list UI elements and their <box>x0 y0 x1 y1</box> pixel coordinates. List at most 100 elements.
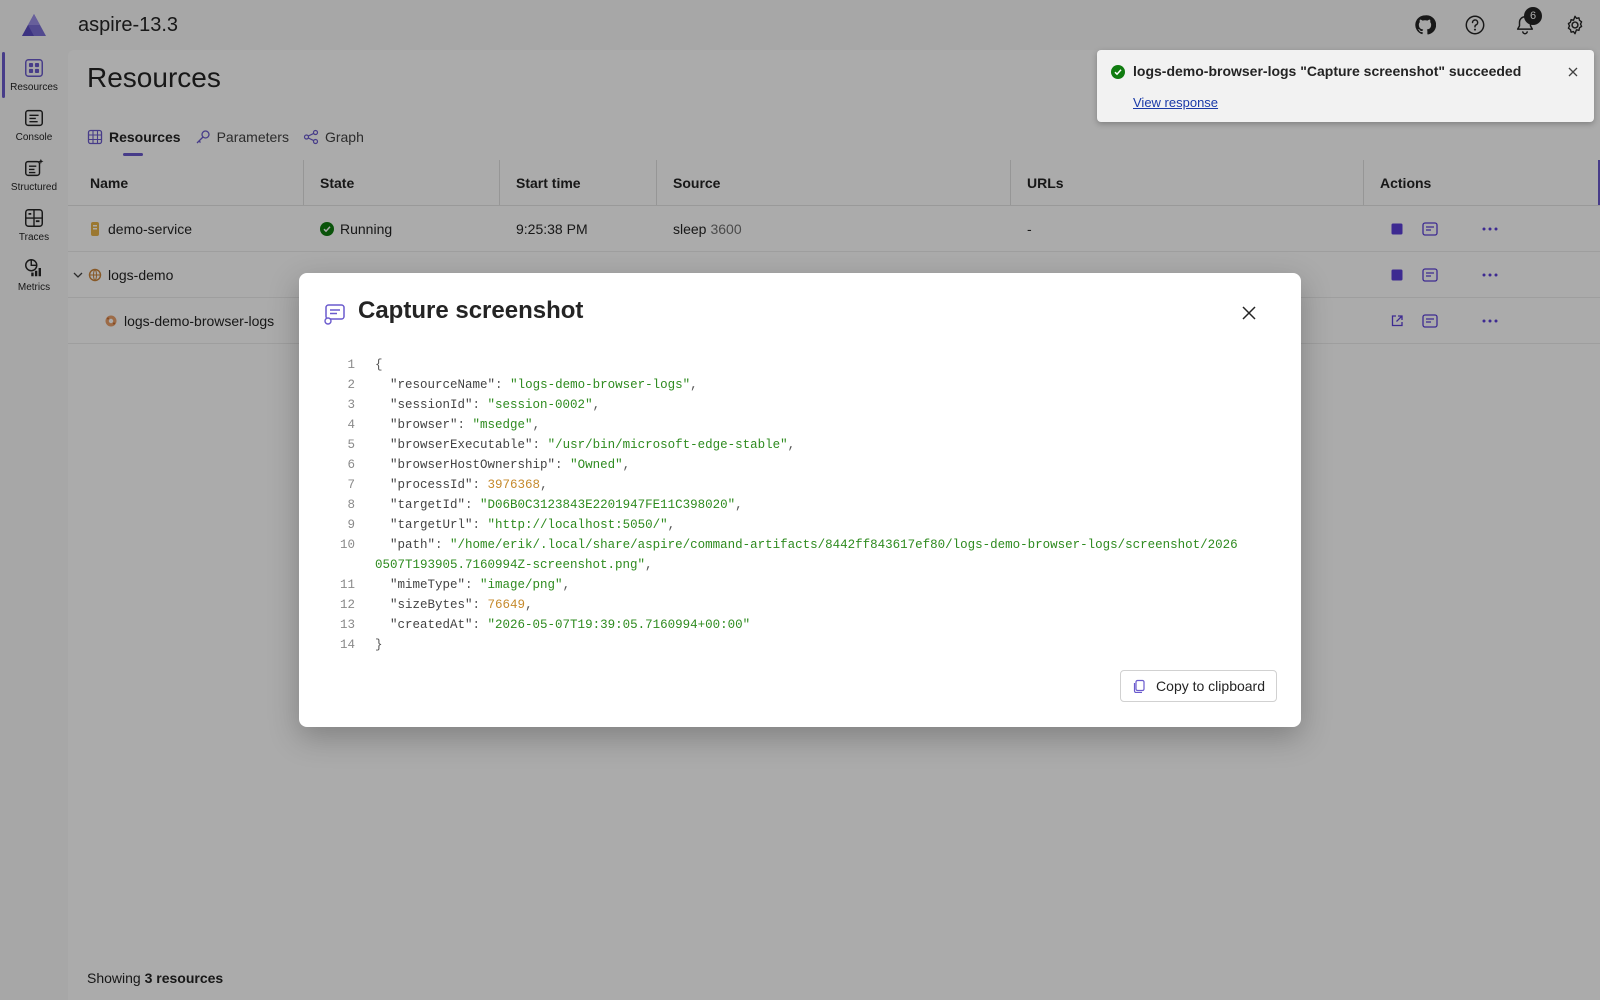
toast-title: logs-demo-browser-logs "Capture screensh… <box>1133 63 1522 79</box>
code-token: : <box>457 418 473 432</box>
line-content: "path": "/home/erik/.local/share/aspire/… <box>375 535 1245 575</box>
code-token: : <box>555 458 571 472</box>
copy-button-label: Copy to clipboard <box>1156 678 1265 694</box>
success-toast: logs-demo-browser-logs "Capture screensh… <box>1097 50 1594 122</box>
line-content: "browserHostOwnership": "Owned", <box>375 455 1245 475</box>
line-number: 3 <box>347 398 355 412</box>
line-content: "createdAt": "2026-05-07T19:39:05.716099… <box>375 615 1245 635</box>
code-token: : <box>532 438 548 452</box>
code-token: , <box>525 598 533 612</box>
close-icon <box>1568 67 1578 77</box>
code-line: 4 "browser": "msedge", <box>329 415 1259 435</box>
json-response-viewer[interactable]: 1{2 "resourceName": "logs-demo-browser-l… <box>329 355 1259 655</box>
code-token: "browser" <box>375 418 458 432</box>
line-content: "targetUrl": "http://localhost:5050/", <box>375 515 1245 535</box>
code-token: : <box>495 378 511 392</box>
view-response-link[interactable]: View response <box>1133 95 1218 110</box>
code-token: "browserHostOwnership" <box>375 458 556 472</box>
line-number: 1 <box>347 358 355 372</box>
code-token: , <box>690 378 698 392</box>
code-token: : <box>472 518 488 532</box>
code-token: , <box>667 518 676 532</box>
code-token: , <box>645 558 653 572</box>
line-number: 14 <box>339 638 355 652</box>
code-token: "D06B0C3123843E2201947FE11C398020" <box>480 498 736 512</box>
code-token: "2026-05-07T19:39:05.7160994+00:00" <box>487 618 751 632</box>
code-token: "image/png" <box>480 578 563 592</box>
code-token: , <box>735 498 743 512</box>
code-token: "http://localhost:5050/" <box>487 518 668 532</box>
code-line: 10 "path": "/home/erik/.local/share/aspi… <box>329 535 1259 575</box>
code-token: "targetUrl" <box>375 518 473 532</box>
line-content: "sessionId": "session-0002", <box>375 395 1245 415</box>
code-token: "processId" <box>375 478 473 492</box>
line-content: "resourceName": "logs-demo-browser-logs"… <box>375 375 1245 395</box>
line-number: 6 <box>347 458 355 472</box>
line-number: 2 <box>347 378 355 392</box>
close-icon <box>1242 306 1256 320</box>
copy-icon <box>1133 679 1145 693</box>
code-token: , <box>592 398 601 412</box>
code-token: } <box>375 638 383 652</box>
code-token: "/usr/bin/microsoft-edge-stable" <box>547 438 788 452</box>
code-token: "resourceName" <box>375 378 496 392</box>
line-content: "browserExecutable": "/usr/bin/microsoft… <box>375 435 1245 455</box>
dialog-title: Capture screenshot <box>358 297 584 324</box>
code-token: "/home/erik/.local/share/aspire/command-… <box>375 538 1238 572</box>
code-line: 6 "browserHostOwnership": "Owned", <box>329 455 1259 475</box>
code-line: 11 "mimeType": "image/png", <box>329 575 1259 595</box>
code-token: : <box>472 598 488 612</box>
line-number: 10 <box>339 538 355 552</box>
code-token: "browserExecutable" <box>375 438 533 452</box>
code-token: : <box>465 498 481 512</box>
code-token: "sizeBytes" <box>375 598 473 612</box>
code-token: , <box>787 438 796 452</box>
line-content: "browser": "msedge", <box>375 415 1245 435</box>
code-token: , <box>532 418 541 432</box>
code-line: 1{ <box>329 355 1259 375</box>
code-token: "sessionId" <box>375 398 473 412</box>
code-line: 3 "sessionId": "session-0002", <box>329 395 1259 415</box>
code-line: 9 "targetUrl": "http://localhost:5050/", <box>329 515 1259 535</box>
success-check-icon <box>1111 65 1125 79</box>
code-token: "msedge" <box>472 418 533 432</box>
code-line: 13 "createdAt": "2026-05-07T19:39:05.716… <box>329 615 1259 635</box>
code-token: : <box>465 578 481 592</box>
line-content: } <box>375 635 1245 655</box>
code-token: , <box>562 578 571 592</box>
code-token: { <box>375 358 383 372</box>
code-line: 8 "targetId": "D06B0C3123843E2201947FE11… <box>329 495 1259 515</box>
line-number: 11 <box>339 578 355 592</box>
copy-to-clipboard-button[interactable]: Copy to clipboard <box>1120 670 1277 702</box>
code-token: "targetId" <box>375 498 466 512</box>
code-token: , <box>540 478 548 492</box>
line-number: 4 <box>347 418 355 432</box>
code-token: "Owned" <box>570 458 623 472</box>
line-number: 5 <box>347 438 355 452</box>
code-token: "path" <box>375 538 436 552</box>
code-line: 2 "resourceName": "logs-demo-browser-log… <box>329 375 1259 395</box>
code-token: 3976368 <box>487 478 541 492</box>
code-line: 7 "processId": 3976368, <box>329 475 1259 495</box>
toast-close-button[interactable] <box>1564 63 1582 81</box>
line-content: "targetId": "D06B0C3123843E2201947FE11C3… <box>375 495 1245 515</box>
code-token: 76649 <box>487 598 526 612</box>
capture-screenshot-dialog: Capture screenshot 1{2 "resourceName": "… <box>299 273 1301 727</box>
code-line: 14} <box>329 635 1259 655</box>
line-number: 13 <box>339 618 355 632</box>
line-content: { <box>375 355 1245 375</box>
command-result-icon <box>324 304 345 325</box>
code-token: , <box>622 458 631 472</box>
line-content: "mimeType": "image/png", <box>375 575 1245 595</box>
dialog-close-button[interactable] <box>1237 301 1261 325</box>
code-token: "logs-demo-browser-logs" <box>510 378 691 392</box>
line-number: 12 <box>339 598 355 612</box>
code-token: : <box>472 398 488 412</box>
code-token: : <box>435 538 451 552</box>
line-number: 8 <box>347 498 355 512</box>
code-token: "createdAt" <box>375 618 473 632</box>
code-token: "mimeType" <box>375 578 466 592</box>
code-line: 5 "browserExecutable": "/usr/bin/microso… <box>329 435 1259 455</box>
code-token: : <box>472 478 488 492</box>
line-content: "processId": 3976368, <box>375 475 1245 495</box>
